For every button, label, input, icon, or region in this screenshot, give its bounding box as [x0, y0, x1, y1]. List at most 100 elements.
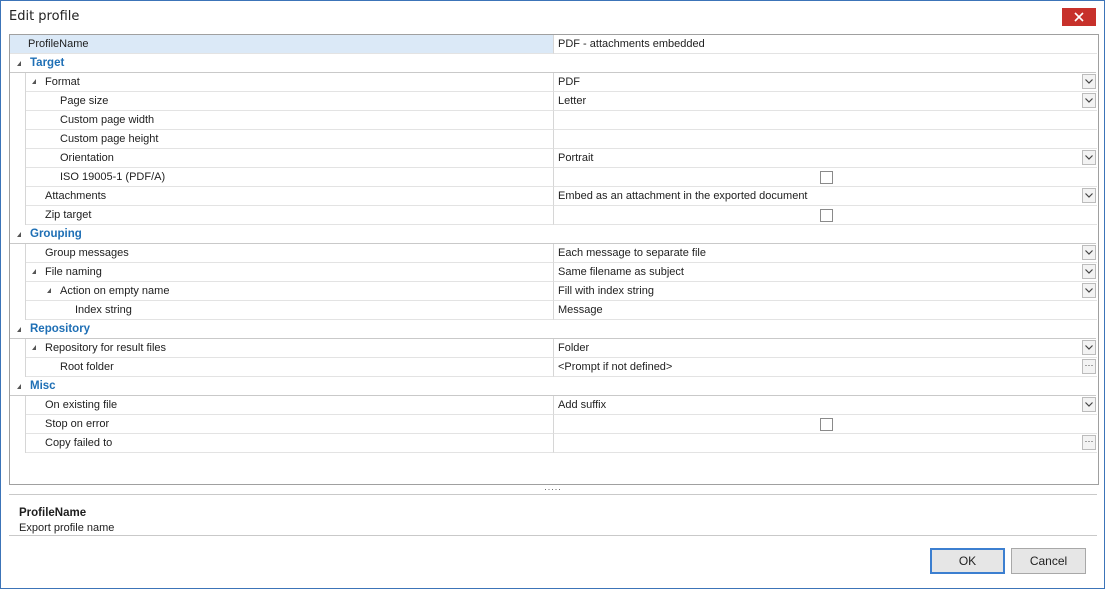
property-label: Copy failed to: [45, 437, 113, 449]
property-value: PDF - attachments embedded: [558, 38, 705, 50]
stop-on-error-checkbox[interactable]: [820, 418, 833, 431]
property-value: PDF: [558, 76, 580, 88]
ok-button[interactable]: OK: [930, 548, 1005, 574]
property-label: Root folder: [60, 361, 114, 373]
property-label: Zip target: [45, 209, 92, 221]
description-panel: ProfileName Export profile name: [9, 494, 1097, 536]
property-value: Fill with index string: [558, 285, 654, 297]
property-row-file-naming[interactable]: File naming Same filename as subject: [10, 263, 1097, 282]
custom-page-width-field[interactable]: [553, 111, 1097, 130]
ellipsis-icon: ···: [1084, 360, 1094, 370]
property-label: File naming: [45, 266, 102, 278]
zip-target-checkbox[interactable]: [820, 209, 833, 222]
property-value-field[interactable]: PDF - attachments embedded: [553, 35, 1097, 54]
expand-triangle-icon[interactable]: [32, 79, 36, 84]
description-title: ProfileName: [19, 507, 87, 519]
copy-failed-to-field[interactable]: ···: [553, 434, 1097, 453]
property-row-format[interactable]: Format PDF: [10, 73, 1097, 92]
property-row-custom-page-height[interactable]: Custom page height: [10, 130, 1097, 149]
repository-dropdown[interactable]: Folder: [553, 339, 1097, 358]
expand-triangle-icon[interactable]: [17, 61, 21, 66]
on-existing-file-dropdown[interactable]: Add suffix: [553, 396, 1097, 415]
attachments-dropdown[interactable]: Embed as an attachment in the exported d…: [553, 187, 1097, 206]
property-row-stop-on-error[interactable]: Stop on error: [10, 415, 1097, 434]
iso-checkbox[interactable]: [820, 171, 833, 184]
index-string-field[interactable]: Message: [553, 301, 1097, 320]
category-repository[interactable]: Repository: [10, 320, 1096, 339]
property-label: Stop on error: [45, 418, 110, 430]
dropdown-button[interactable]: [1082, 74, 1096, 89]
property-label: ISO 19005-1 (PDF/A): [60, 171, 166, 183]
browse-button[interactable]: ···: [1082, 359, 1096, 374]
property-label: On existing file: [45, 399, 118, 411]
dropdown-button[interactable]: [1082, 397, 1096, 412]
property-row-index-string[interactable]: Index string Message: [10, 301, 1097, 320]
expand-triangle-icon[interactable]: [32, 269, 36, 274]
property-value: Folder: [558, 342, 590, 354]
dropdown-button[interactable]: [1082, 188, 1096, 203]
category-label: Misc: [30, 380, 56, 392]
description-text: Export profile name: [19, 522, 115, 534]
property-row-group-messages[interactable]: Group messages Each message to separate …: [10, 244, 1097, 263]
property-row-root-folder[interactable]: Root folder <Prompt if not defined> ···: [10, 358, 1097, 377]
category-misc[interactable]: Misc: [10, 377, 1096, 396]
page-size-dropdown[interactable]: Letter: [553, 92, 1097, 111]
window-title: Edit profile: [9, 9, 80, 24]
property-label: Custom page height: [60, 133, 159, 145]
property-value: Each message to separate file: [558, 247, 706, 259]
file-naming-dropdown[interactable]: Same filename as subject: [553, 263, 1097, 282]
property-row-custom-page-width[interactable]: Custom page width: [10, 111, 1097, 130]
property-value: Embed as an attachment in the exported d…: [558, 190, 808, 202]
dropdown-arrow-icon: [1085, 98, 1093, 103]
property-row-iso[interactable]: ISO 19005-1 (PDF/A): [10, 168, 1097, 187]
property-label: Action on empty name: [60, 285, 170, 297]
property-value: <Prompt if not defined>: [558, 361, 673, 373]
property-grid: ProfileName PDF - attachments embedded T…: [9, 34, 1099, 485]
expand-triangle-icon[interactable]: [47, 288, 51, 293]
dropdown-arrow-icon: [1085, 288, 1093, 293]
panel-splitter[interactable]: .....: [9, 483, 1097, 493]
dropdown-button[interactable]: [1082, 340, 1096, 355]
expand-triangle-icon[interactable]: [32, 345, 36, 350]
root-folder-field[interactable]: <Prompt if not defined> ···: [553, 358, 1097, 377]
cancel-button[interactable]: Cancel: [1011, 548, 1086, 574]
property-row-attachments[interactable]: Attachments Embed as an attachment in th…: [10, 187, 1097, 206]
dropdown-button[interactable]: [1082, 283, 1096, 298]
close-button[interactable]: [1062, 8, 1096, 26]
dropdown-arrow-icon: [1085, 345, 1093, 350]
dropdown-button[interactable]: [1082, 150, 1096, 165]
property-value: Same filename as subject: [558, 266, 684, 278]
property-row-action-on-empty-name[interactable]: Action on empty name Fill with index str…: [10, 282, 1097, 301]
category-grouping[interactable]: Grouping: [10, 225, 1096, 244]
format-dropdown[interactable]: PDF: [553, 73, 1097, 92]
dropdown-arrow-icon: [1085, 269, 1093, 274]
group-messages-dropdown[interactable]: Each message to separate file: [553, 244, 1097, 263]
property-row-page-size[interactable]: Page size Letter: [10, 92, 1097, 111]
dropdown-button[interactable]: [1082, 264, 1096, 279]
property-value: Letter: [558, 95, 587, 107]
expand-triangle-icon[interactable]: [17, 232, 21, 237]
browse-button[interactable]: ···: [1082, 435, 1096, 450]
expand-triangle-icon[interactable]: [17, 384, 21, 389]
dropdown-button[interactable]: [1082, 245, 1096, 260]
orientation-dropdown[interactable]: Portrait: [553, 149, 1097, 168]
expand-triangle-icon[interactable]: [17, 327, 21, 332]
property-row-repository-for-result-files[interactable]: Repository for result files Folder: [10, 339, 1097, 358]
property-row-copy-failed-to[interactable]: Copy failed to ···: [10, 434, 1097, 453]
property-row-on-existing-file[interactable]: On existing file Add suffix: [10, 396, 1097, 415]
category-label: Grouping: [30, 228, 82, 240]
property-row-zip-target[interactable]: Zip target: [10, 206, 1097, 225]
category-target[interactable]: Target: [10, 54, 1096, 73]
property-value: Portrait: [558, 152, 594, 164]
dropdown-button[interactable]: [1082, 93, 1096, 108]
property-value: Message: [558, 304, 603, 316]
property-label: Index string: [75, 304, 132, 316]
custom-page-height-field[interactable]: [553, 130, 1097, 149]
iso-value-cell: [553, 168, 1097, 187]
action-on-empty-name-dropdown[interactable]: Fill with index string: [553, 282, 1097, 301]
ellipsis-icon: ···: [1084, 436, 1094, 446]
stop-on-error-value-cell: [553, 415, 1097, 434]
close-icon: [1074, 12, 1084, 22]
property-row-profile-name[interactable]: ProfileName PDF - attachments embedded: [10, 35, 1097, 54]
property-row-orientation[interactable]: Orientation Portrait: [10, 149, 1097, 168]
